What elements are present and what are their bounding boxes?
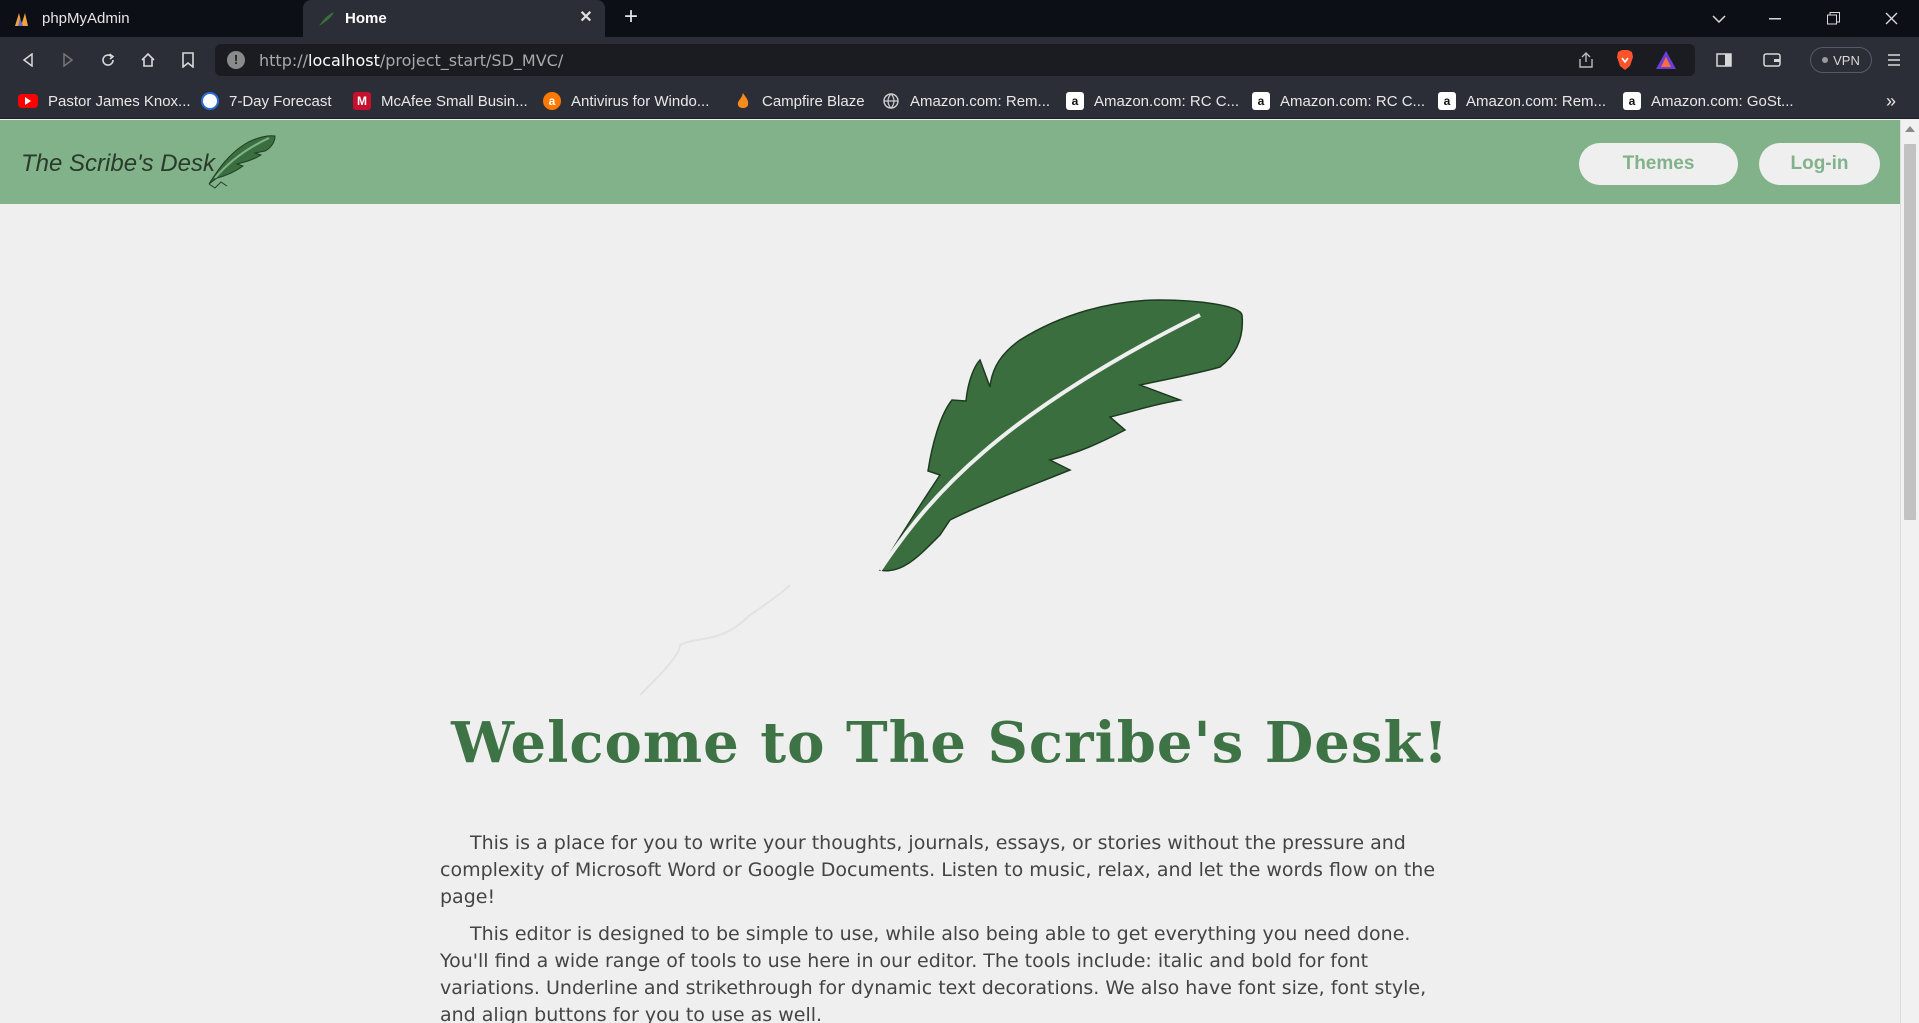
globe-icon	[882, 92, 900, 110]
flame-icon	[734, 92, 752, 110]
bookmark-item[interactable]: a Antivirus for Windo...	[543, 83, 709, 119]
brave-rewards-icon[interactable]	[1655, 50, 1677, 75]
bookmark-item[interactable]: a Amazon.com: GoSt...	[1623, 83, 1794, 119]
tab-label: Home	[345, 10, 387, 27]
reload-icon[interactable]	[94, 46, 122, 74]
tab-search-icon[interactable]	[1691, 0, 1747, 37]
forward-icon[interactable]	[54, 46, 82, 74]
intro-content: This is a place for you to write your th…	[440, 830, 1460, 1023]
avast-icon: a	[543, 92, 561, 110]
scroll-up-icon[interactable]	[1905, 126, 1915, 132]
feather-icon	[317, 10, 335, 28]
close-icon[interactable]: ✕	[577, 9, 595, 27]
close-window-icon[interactable]	[1863, 0, 1919, 37]
amazon-icon: a	[1623, 92, 1641, 110]
scroll-thumb[interactable]	[1904, 144, 1916, 520]
login-button[interactable]: Log-in	[1759, 143, 1880, 185]
page-scrollbar[interactable]	[1900, 120, 1919, 1023]
intro-paragraph: This is a place for you to write your th…	[440, 832, 1436, 908]
welcome-heading: Welcome to The Scribe's Desk!	[451, 710, 1449, 776]
address-bar[interactable]: ! http://localhost/project_start/SD_MVC/	[215, 44, 1695, 76]
vpn-label: VPN	[1833, 52, 1860, 68]
tab-label: phpMyAdmin	[42, 10, 130, 27]
back-icon[interactable]	[14, 46, 42, 74]
amazon-icon: a	[1252, 92, 1270, 110]
bookmark-icon[interactable]	[174, 46, 202, 74]
wallet-icon[interactable]	[1758, 46, 1786, 74]
bookmark-item[interactable]: a Amazon.com: Rem...	[1438, 83, 1606, 119]
bookmark-item[interactable]: Amazon.com: Rem...	[882, 83, 1050, 119]
url-text: http://localhost/project_start/SD_MVC/	[259, 50, 564, 70]
bookmark-item[interactable]: Campfire Blaze	[734, 83, 865, 119]
site-info-icon[interactable]: !	[227, 51, 245, 69]
tab-home[interactable]: Home ✕	[303, 0, 605, 37]
bookmark-item[interactable]: a Amazon.com: RC C...	[1252, 83, 1425, 119]
bookmark-item[interactable]: 7-Day Forecast	[201, 83, 332, 119]
phpmyadmin-icon	[14, 10, 32, 28]
youtube-icon	[18, 94, 38, 108]
menu-icon[interactable]	[1880, 46, 1908, 74]
amazon-icon: a	[1438, 92, 1456, 110]
bookmark-item[interactable]: a Amazon.com: RC C...	[1066, 83, 1239, 119]
tab-strip: phpMyAdmin Home ✕ +	[0, 0, 1919, 37]
home-icon[interactable]	[134, 46, 162, 74]
brave-shields-icon[interactable]	[1615, 49, 1635, 76]
amazon-icon: a	[1066, 92, 1084, 110]
restore-icon[interactable]	[1805, 0, 1861, 37]
more-bookmarks-button[interactable]: »	[1886, 83, 1896, 119]
themes-button[interactable]: Themes	[1579, 143, 1738, 185]
minimize-icon[interactable]	[1747, 0, 1803, 37]
vpn-button[interactable]: VPN	[1810, 47, 1872, 73]
bookmarks-bar: Pastor James Knox... 7-Day Forecast M Mc…	[0, 83, 1919, 119]
mcafee-icon: M	[353, 92, 371, 110]
share-icon[interactable]	[1577, 51, 1595, 74]
new-tab-button[interactable]: +	[618, 5, 644, 31]
vpn-status-icon	[1822, 57, 1829, 63]
weather-icon	[201, 92, 219, 110]
bookmark-item[interactable]: M McAfee Small Busin...	[353, 83, 528, 119]
site-header: The Scribe's Desk Themes Log-in	[0, 120, 1900, 204]
intro-paragraph: This editor is designed to be simple to …	[440, 923, 1427, 1023]
bookmark-item[interactable]: Pastor James Knox...	[18, 83, 191, 119]
web-page: The Scribe's Desk Themes Log-in Welcome …	[0, 120, 1900, 1023]
hero-feather-icon	[640, 299, 1244, 696]
browser-toolbar: ! http://localhost/project_start/SD_MVC/…	[0, 37, 1919, 83]
tab-phpmyadmin[interactable]: phpMyAdmin	[0, 0, 303, 37]
brand-feather-icon	[208, 135, 276, 189]
site-brand[interactable]: The Scribe's Desk	[21, 150, 215, 178]
sidebar-icon[interactable]	[1710, 46, 1738, 74]
